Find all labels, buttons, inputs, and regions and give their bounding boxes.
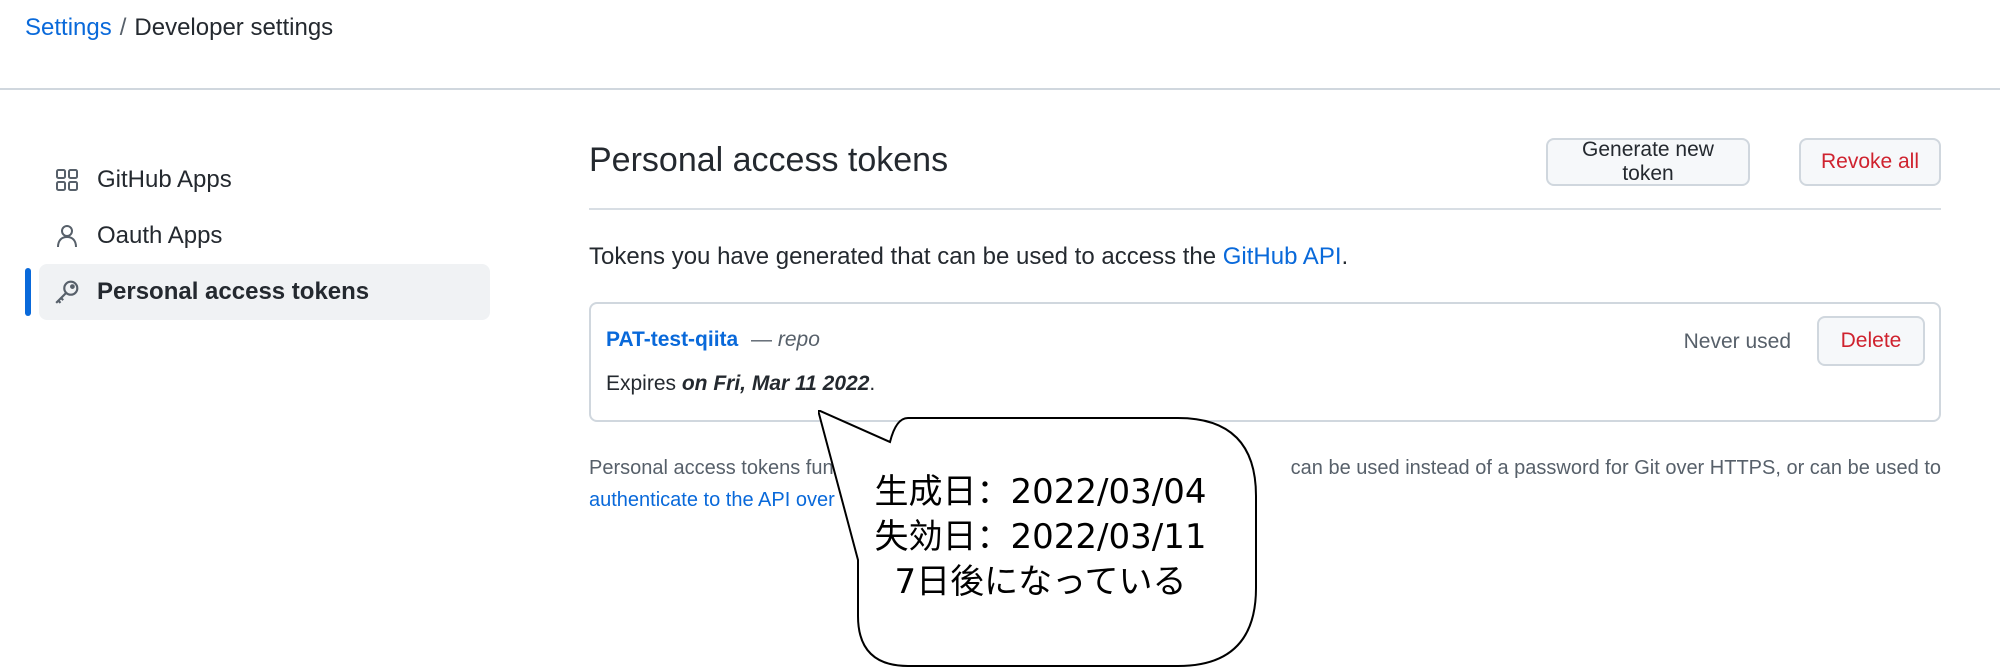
token-row: PAT-test-qiita — repo Expires on Fri, Ma… [589,302,1941,422]
callout-line-duration: 7日後になっている [894,562,1187,602]
footnote-left: Personal access tokens fun [589,457,834,479]
footnote: Personal access tokens fun can be used i… [589,452,1941,516]
token-name-link[interactable]: PAT-test-qiita [606,328,738,352]
github-api-link[interactable]: GitHub API [1223,243,1342,270]
callout-line-expires: 失効日：2022/03/11 [874,517,1207,557]
sidebar-item-label: Personal access tokens [97,278,370,305]
generate-new-token-button[interactable]: Generate new token [1546,138,1750,186]
authenticate-api-link[interactable]: authenticate to the API over [589,489,835,511]
callout-line-created: 生成日：2022/03/04 [874,472,1207,512]
token-usage-status: Never used [1683,330,1791,353]
intro-prefix: Tokens you have generated that can be us… [589,243,1223,270]
key-icon [53,278,81,306]
sidebar-item-personal-access-tokens[interactable]: Personal access tokens [25,264,490,320]
sidebar-item-oauth-apps[interactable]: Oauth Apps [39,208,490,264]
sidebar-item-github-apps[interactable]: GitHub Apps [39,152,490,208]
breadcrumb-separator: / [119,14,127,41]
intro-suffix: . [1341,243,1349,270]
revoke-all-button[interactable]: Revoke all [1799,138,1941,186]
breadcrumb-current: Developer settings [134,14,334,41]
scope-value: repo [777,328,820,351]
annotation-callout: 生成日：2022/03/04 失効日：2022/03/11 7日後になっている [818,410,1258,669]
breadcrumb: Settings / Developer settings [25,12,333,44]
footnote-right: can be used instead of a password for Gi… [1290,457,1941,479]
active-indicator [25,268,31,316]
delete-token-button[interactable]: Delete [1817,316,1925,366]
token-scope: — repo [751,328,820,352]
sidebar-item-label: GitHub Apps [97,166,232,193]
expires-prefix: Expires [606,372,682,395]
callout-text: 生成日：2022/03/04 失効日：2022/03/11 7日後になっている [868,470,1213,605]
sidebar-item-label: Oauth Apps [97,222,223,249]
scope-separator: — [751,328,772,351]
token-expiration: Expires on Fri, Mar 11 2022. [606,372,875,396]
expires-suffix: . [869,372,876,395]
expires-date: on Fri, Mar 11 2022 [681,372,870,395]
intro-text: Tokens you have generated that can be us… [589,240,1941,274]
main-content: Personal access tokens Generate new toke… [589,130,1941,516]
top-bar: Settings / Developer settings [0,0,2000,90]
breadcrumb-settings-link[interactable]: Settings [25,14,112,41]
title-row: Personal access tokens Generate new toke… [589,130,1941,210]
sidebar: GitHub Apps Oauth Apps Personal access t… [25,152,490,320]
person-icon [53,222,81,250]
apps-grid-icon [53,166,81,194]
